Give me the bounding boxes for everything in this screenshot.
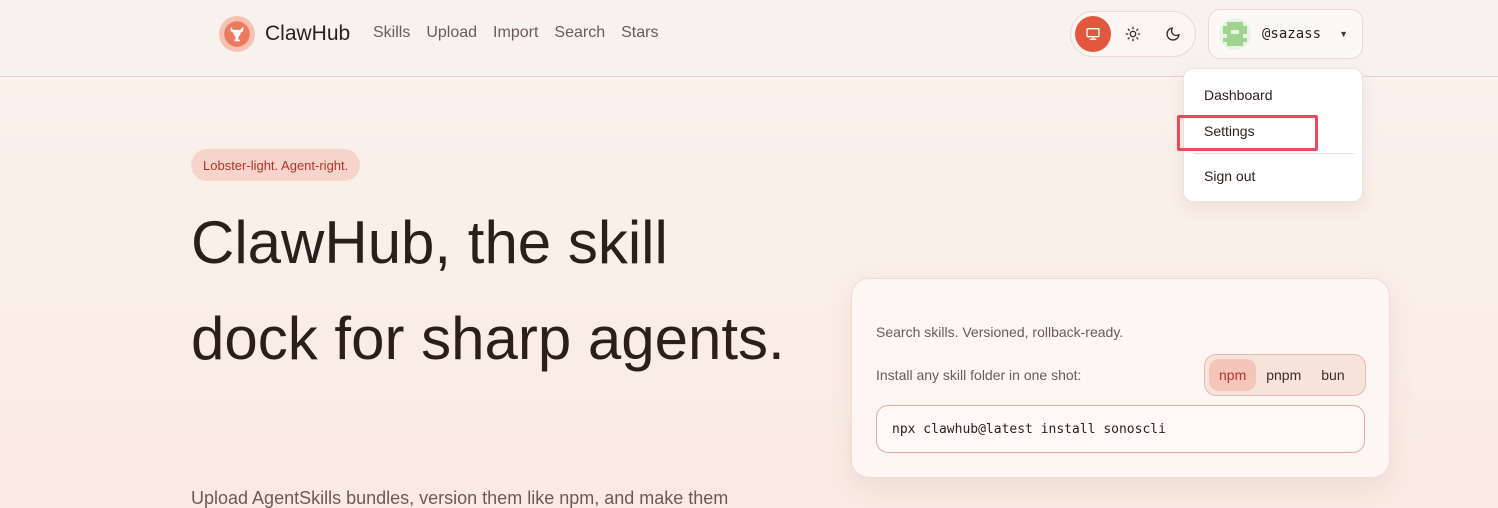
pm-bun-button[interactable]: bun bbox=[1311, 359, 1354, 391]
install-label: Install any skill folder in one shot: bbox=[876, 367, 1082, 383]
nav-search[interactable]: Search bbox=[554, 24, 605, 42]
hero-title: ClawHub, the skill dock for sharp agents… bbox=[191, 209, 785, 372]
nav-upload[interactable]: Upload bbox=[426, 24, 477, 42]
install-card-heading: Search skills. Versioned, rollback-ready… bbox=[876, 324, 1124, 340]
username: @sazass bbox=[1262, 26, 1322, 42]
menu-item-sign-out[interactable]: Sign out bbox=[1204, 168, 1255, 184]
brand-name: ClawHub bbox=[265, 22, 351, 45]
package-manager-switcher: npm pnpm bun bbox=[1204, 354, 1366, 396]
menu-item-dashboard[interactable]: Dashboard bbox=[1204, 87, 1273, 103]
user-menu-button[interactable]: @sazass ▼ bbox=[1208, 9, 1363, 59]
hero-tagline-badge: Lobster-light. Agent-right. bbox=[191, 149, 361, 181]
nav-stars[interactable]: Stars bbox=[621, 24, 658, 42]
theme-dark-button[interactable] bbox=[1155, 16, 1191, 52]
theme-system-button[interactable] bbox=[1075, 16, 1111, 52]
lobster-logo-icon bbox=[219, 16, 255, 52]
user-dropdown-menu: Dashboard Settings Sign out bbox=[1183, 68, 1363, 202]
pixel-avatar bbox=[1219, 18, 1251, 50]
install-card: Search skills. Versioned, rollback-ready… bbox=[851, 278, 1390, 478]
theme-switcher bbox=[1070, 11, 1196, 57]
hero-subtitle: Upload AgentSkills bundles, version them… bbox=[191, 488, 729, 508]
install-command-text: npx clawhub@latest install sonoscli bbox=[892, 421, 1166, 437]
nav-skills[interactable]: Skills bbox=[373, 24, 410, 42]
main-nav: Skills Upload Import Search Stars bbox=[373, 24, 674, 42]
pm-pnpm-button[interactable]: pnpm bbox=[1256, 359, 1311, 391]
menu-divider bbox=[1194, 153, 1354, 154]
sun-icon bbox=[1125, 26, 1141, 42]
menu-item-settings[interactable]: Settings bbox=[1204, 123, 1255, 139]
top-header: ClawHub Skills Upload Import Search Star… bbox=[0, 0, 1498, 77]
install-command-box[interactable]: npx clawhub@latest install sonoscli bbox=[876, 405, 1365, 453]
chevron-down-icon: ▼ bbox=[1339, 29, 1348, 39]
monitor-icon bbox=[1086, 27, 1100, 40]
moon-icon bbox=[1166, 27, 1180, 41]
pm-npm-button[interactable]: npm bbox=[1209, 359, 1257, 391]
nav-import[interactable]: Import bbox=[493, 24, 538, 42]
theme-light-button[interactable] bbox=[1115, 16, 1151, 52]
brand-home-link[interactable]: ClawHub bbox=[219, 16, 350, 52]
